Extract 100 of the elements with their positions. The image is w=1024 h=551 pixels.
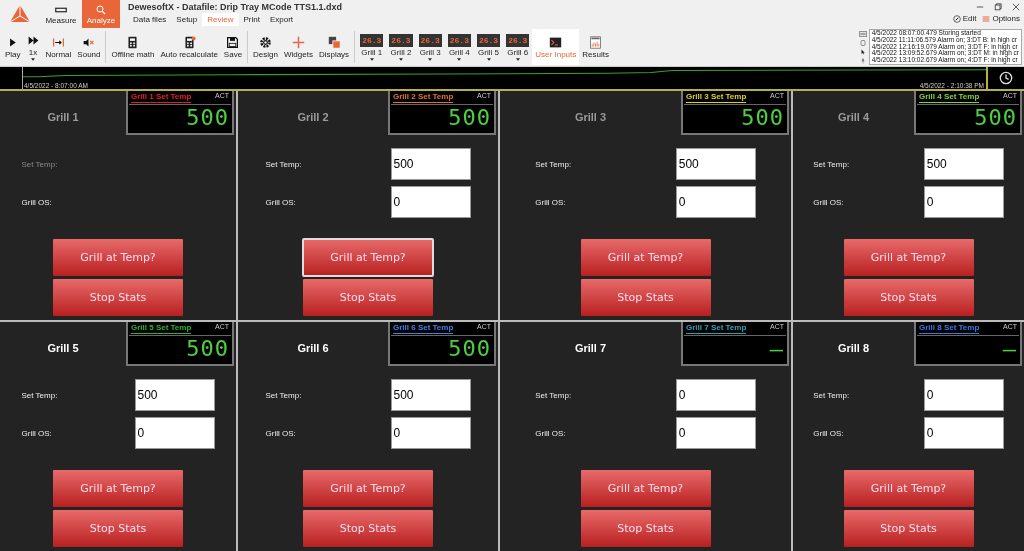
field-label: Grill OS: (21, 197, 53, 207)
caret-icon (515, 57, 520, 61)
field-label: Set Temp: (535, 159, 573, 169)
grill-os-field[interactable]: 0 (134, 417, 215, 449)
toolbar-button[interactable]: 1x (23, 29, 43, 65)
field-label: Grill OS: (21, 428, 53, 438)
menu-tab[interactable]: Export (264, 13, 299, 26)
toolbar-button[interactable]: Auto recalculate (157, 29, 221, 65)
menu-tab[interactable]: Data files (128, 13, 172, 26)
stop-stats-button[interactable]: Stop Stats (53, 279, 183, 316)
calculator-icon (126, 35, 140, 49)
stop-stats-button[interactable]: Stop Stats (843, 510, 974, 547)
panel-title: Grill 7 (574, 342, 607, 354)
save-icon (226, 35, 240, 49)
options-button[interactable]: Options (982, 14, 1020, 23)
set-temp-field[interactable]: 500 (923, 148, 1004, 180)
caret-icon (428, 57, 433, 61)
display-label: Grill 5 Set Temp (131, 323, 192, 334)
mode-button[interactable]: Measure (42, 0, 80, 28)
stop-stats-button[interactable]: Stop Stats (580, 510, 711, 547)
grill-at-temp-button[interactable]: Grill at Temp? (843, 470, 974, 507)
edit-button[interactable]: Edit (952, 14, 977, 23)
panel-title: Grill 4 (837, 111, 870, 123)
toolbar-button[interactable]: Results (579, 29, 612, 65)
toolbar-button[interactable]: Displays (315, 29, 353, 65)
display-value: 500 (447, 105, 492, 130)
set-temp-field[interactable]: 500 (675, 148, 756, 180)
search-icon (94, 3, 108, 16)
grill-at-temp-button[interactable]: Grill at Temp? (303, 470, 433, 507)
caret-icon (398, 57, 403, 61)
display-label: Grill 3 Set Temp (686, 92, 747, 103)
mute-icon (82, 35, 96, 49)
display-label: Grill 2 Set Temp (393, 92, 454, 103)
field-label: Grill OS: (265, 197, 297, 207)
grill-at-temp-button[interactable]: Grill at Temp? (53, 470, 183, 507)
set-temp-field[interactable]: 0 (923, 379, 1004, 411)
grill-at-temp-button[interactable]: Grill at Temp? (843, 239, 974, 276)
menu-tab[interactable]: Setup (171, 13, 203, 26)
stop-stats-button[interactable]: Stop Stats (303, 510, 433, 547)
grill-os-field[interactable]: 0 (923, 186, 1004, 218)
restore-icon[interactable] (994, 3, 1002, 11)
arrow-icon (51, 35, 65, 49)
panel-title: Grill 6 (297, 342, 329, 354)
panel-title: Grill 8 (837, 342, 870, 354)
set-temp-field[interactable]: 0 (675, 379, 756, 411)
display-value: — (1001, 336, 1018, 361)
field-label: Grill OS: (265, 428, 297, 438)
grill-os-field[interactable]: 0 (675, 417, 756, 449)
grill-os-field[interactable]: 0 (390, 186, 471, 218)
menu-tab[interactable]: Print (238, 13, 265, 26)
grill-os-field[interactable]: 0 (390, 417, 471, 449)
grill-os-field[interactable]: 0 (675, 186, 756, 218)
stop-stats-button[interactable]: Stop Stats (303, 279, 433, 316)
caret-icon (457, 57, 462, 61)
digital-display-icon: 26.3 (476, 33, 501, 47)
keyboard-icon[interactable] (858, 30, 867, 37)
display-value: 500 (973, 105, 1018, 130)
field-label: Grill OS: (813, 197, 845, 207)
toolbar-button[interactable]: 26.3 Grill 4 (444, 29, 474, 65)
toolbar-button[interactable]: Sound (74, 29, 104, 65)
toolbar-button[interactable]: Normal (42, 29, 75, 65)
toolbar-button[interactable]: 26.3 Grill 6 (503, 29, 533, 65)
toolbar-button[interactable]: 26.3 Grill 1 (357, 29, 387, 65)
toolbar-button[interactable]: Play (2, 29, 24, 65)
toolbar-button[interactable]: 26.3 Grill 3 (415, 29, 445, 65)
toolbar-button[interactable]: Save (220, 29, 246, 65)
settings-icon (259, 35, 273, 49)
grill-os-field[interactable]: 0 (923, 417, 1004, 449)
set-temp-field[interactable]: 500 (390, 148, 471, 180)
set-temp-field[interactable]: 500 (390, 379, 471, 411)
display-label: Grill 8 Set Temp (919, 323, 980, 334)
digital-display-icon: 26.3 (418, 33, 442, 47)
terminal-icon (549, 35, 563, 49)
caret-icon (369, 57, 374, 61)
windows-icon (327, 35, 341, 49)
grill-at-temp-button[interactable]: Grill at Temp? (580, 470, 711, 507)
toolbar-button[interactable]: 26.3 Grill 5 (473, 29, 504, 65)
display-value: 500 (447, 336, 492, 361)
toolbar-button[interactable]: User Inputs (532, 29, 580, 65)
grill-at-temp-button[interactable]: Grill at Temp? (580, 239, 711, 276)
stop-stats-button[interactable]: Stop Stats (53, 510, 183, 547)
digital-display-icon: 26.3 (389, 33, 413, 47)
set-temp-field[interactable]: 500 (134, 379, 215, 411)
toolbar-button[interactable]: 26.3 Grill 2 (386, 29, 416, 65)
grill-at-temp-button[interactable]: Grill at Temp? (53, 239, 183, 276)
display-label: Grill 6 Set Temp (393, 323, 454, 334)
plus-icon (291, 35, 305, 49)
toolbar-button[interactable]: Design (250, 29, 281, 65)
clock-icon[interactable] (999, 71, 1013, 85)
close-icon[interactable] (1012, 3, 1020, 11)
grill-at-temp-button[interactable]: Grill at Temp? (303, 239, 433, 276)
toolbar-button[interactable]: Offline math (108, 29, 158, 65)
toolbar-button[interactable]: Widgets (281, 29, 316, 65)
stop-stats-button[interactable]: Stop Stats (843, 279, 974, 316)
stop-stats-button[interactable]: Stop Stats (580, 279, 711, 316)
display-label: Grill 7 Set Temp (686, 323, 747, 334)
caret-icon (486, 57, 491, 61)
field-label: Set Temp: (265, 390, 303, 400)
field-label: Grill OS: (535, 428, 567, 438)
field-label: Set Temp: (813, 159, 851, 169)
